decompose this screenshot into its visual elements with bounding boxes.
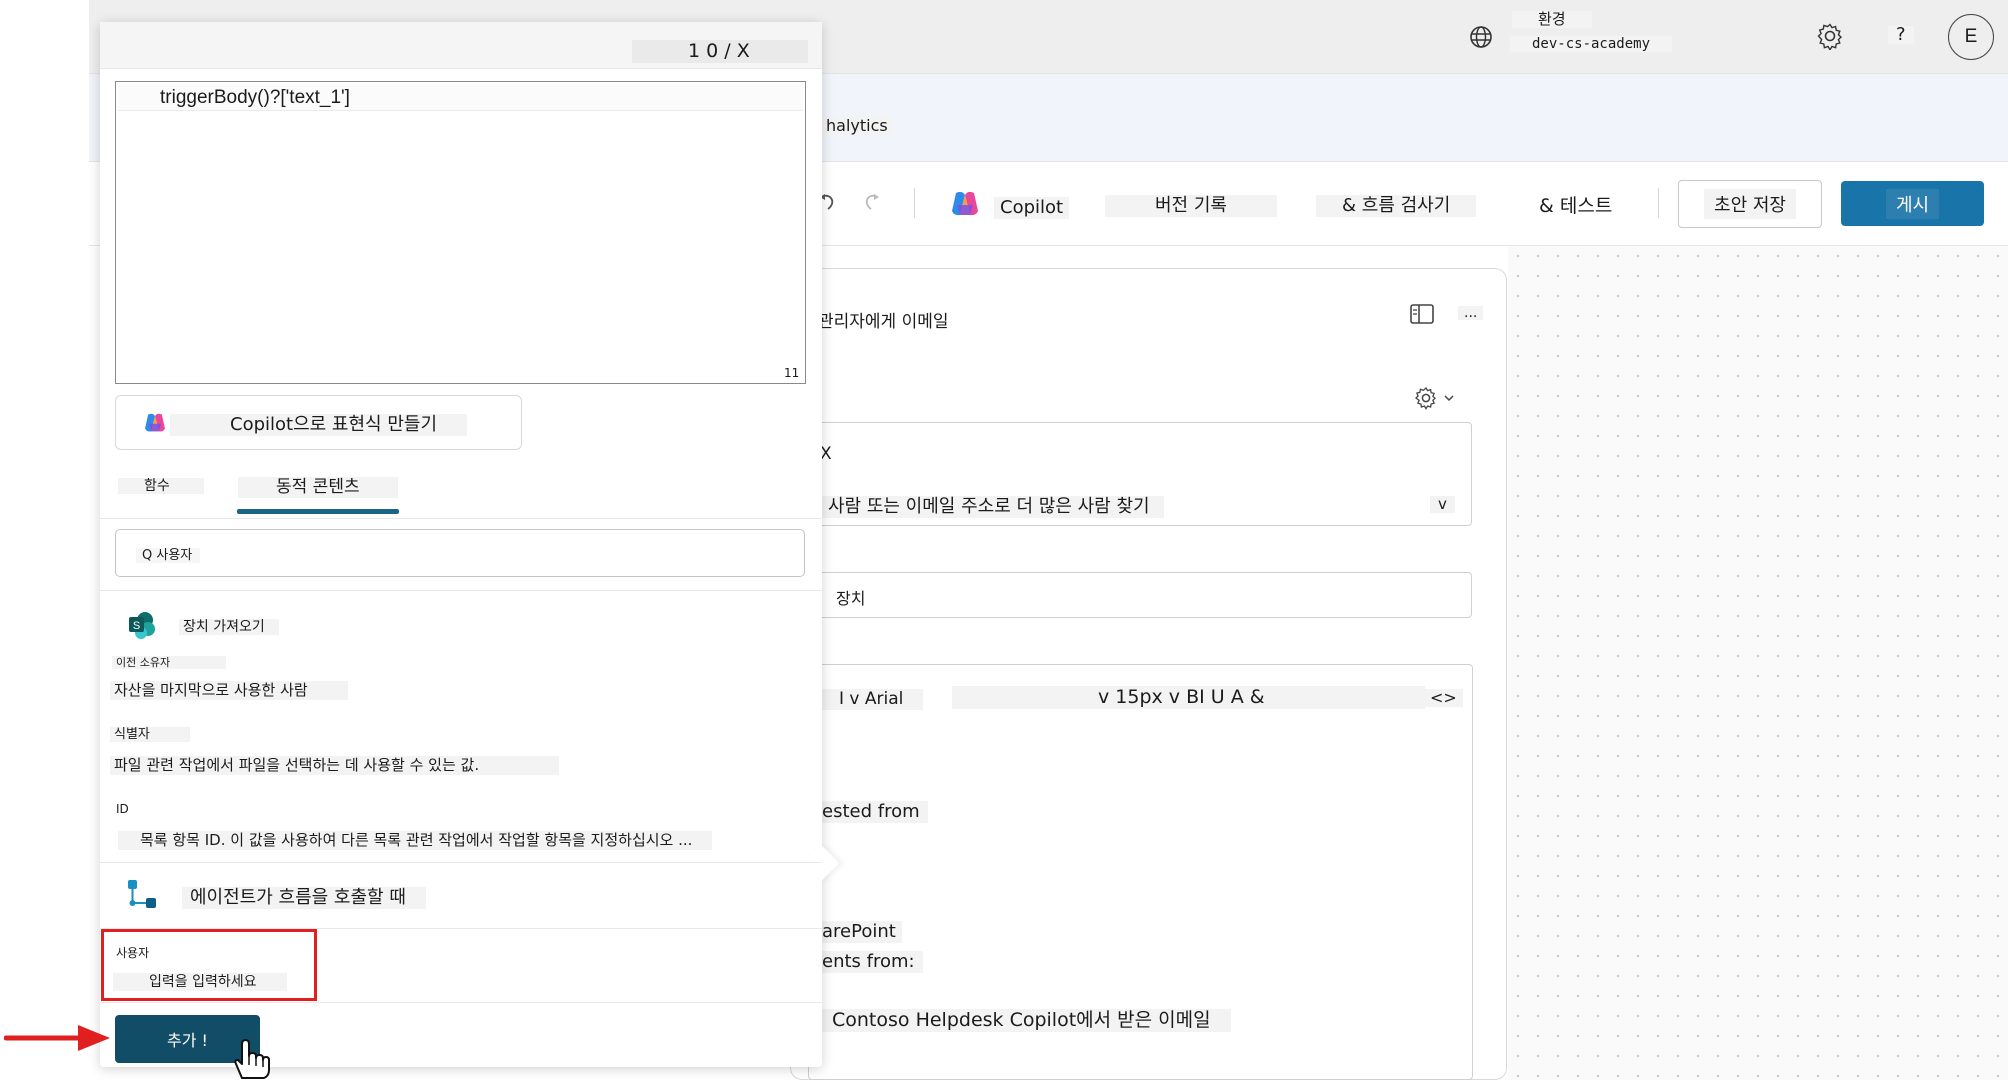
flow-trigger-icon: [122, 876, 160, 914]
environment-name[interactable]: dev-cs-academy: [1510, 36, 1673, 52]
globe-icon[interactable]: [1466, 22, 1496, 52]
body-text-line-4: Contoso Helpdesk Copilot에서 받은 이메일: [818, 1009, 1231, 1032]
tab-functions[interactable]: 함수: [118, 478, 204, 494]
item-identifier-desc[interactable]: 파일 관련 작업에서 파일을 선택하는 데 사용할 수 있는 값.: [110, 756, 560, 775]
tab-analytics-fragment[interactable]: halytics: [822, 116, 892, 136]
save-draft-label: 초안 저장: [1704, 189, 1796, 219]
action-card-title: 관리자에게 이메일: [818, 312, 949, 332]
add-button-label: 추가 !: [167, 1031, 208, 1050]
settings-icon[interactable]: [1412, 384, 1456, 412]
copilot-logo-icon: [141, 409, 169, 437]
hand-cursor-icon: [228, 1038, 272, 1080]
divider: [100, 590, 822, 591]
red-arrow-icon: [3, 1022, 112, 1054]
help-button[interactable]: ?: [1888, 26, 1914, 44]
gear-icon[interactable]: [1814, 20, 1846, 52]
divider: [100, 518, 822, 519]
expression-text[interactable]: triggerBody()?['text_1']: [160, 88, 380, 107]
item-identifier-name[interactable]: 식별자: [110, 727, 190, 742]
item-id-name[interactable]: ID: [116, 803, 129, 815]
avatar[interactable]: E: [1948, 14, 1994, 60]
subject-value: 장치: [836, 589, 866, 608]
toolbar-divider: [914, 188, 915, 218]
body-text-line-1: ested from: [818, 801, 928, 823]
group-agent-invokes-flow-title: 에이전트가 흐름을 호출할 때: [182, 887, 426, 909]
divider: [100, 1002, 822, 1003]
active-tab-indicator: [237, 509, 399, 514]
item-id-desc[interactable]: 목록 항목 ID. 이 값을 사용하여 다른 목록 관련 작업에서 작업할 항목…: [118, 831, 713, 850]
test-button[interactable]: & 테스트: [1535, 195, 1616, 218]
copilot-expression-label: Copilot으로 표현식 만들기: [170, 414, 468, 436]
publish-button[interactable]: 게시: [1841, 181, 1984, 226]
version-history-button[interactable]: 버전 기록: [1105, 195, 1277, 217]
copilot-button[interactable]: Copilot: [994, 197, 1070, 219]
svg-text:S: S: [133, 620, 140, 632]
copilot-logo-icon: [947, 186, 983, 222]
user-field-highlight: [101, 929, 317, 1001]
code-view-button[interactable]: <>: [1424, 689, 1463, 707]
search-value: Q 사용자: [136, 548, 201, 563]
item-previous-owner-desc[interactable]: 자산을 마지막으로 사용한 사람: [110, 681, 348, 700]
divider: [100, 862, 822, 863]
font-family-select[interactable]: I v Arial: [815, 689, 924, 710]
to-placeholder[interactable]: 사람 또는 이메일 주소로 더 많은 사람 찾기: [820, 496, 1164, 518]
environment-label: 환경: [1512, 11, 1592, 28]
publish-label: 게시: [1885, 188, 1940, 219]
tab-dynamic-content[interactable]: 동적 콘텐츠: [238, 477, 398, 498]
toolbar-divider: [1658, 188, 1659, 218]
subject-field[interactable]: [808, 572, 1472, 618]
left-strip: [0, 0, 89, 1080]
item-previous-owner-name[interactable]: 이전 소유자: [112, 656, 227, 669]
group-get-device-title: 장치 가져오기: [179, 619, 279, 635]
char-count: 11: [784, 366, 800, 380]
to-chevron[interactable]: v: [1430, 496, 1455, 513]
save-draft-button[interactable]: 초안 저장: [1678, 180, 1822, 228]
editor-formatting-tools[interactable]: v 15px v BI U A &: [952, 686, 1425, 709]
panel-icon[interactable]: [1408, 302, 1436, 326]
expression-editor[interactable]: [115, 81, 806, 384]
flow-checker-button[interactable]: & 흐름 검사기: [1316, 195, 1477, 217]
body-text-line-3: ents from:: [818, 951, 923, 973]
expression-counter: 1 0 / X: [632, 40, 808, 63]
more-options-button[interactable]: ...: [1458, 306, 1484, 320]
redo-icon[interactable]: [858, 190, 884, 216]
dynamic-content-search-input[interactable]: [115, 529, 805, 577]
sharepoint-icon: S: [125, 608, 159, 642]
body-text-line-2: arePoint: [818, 921, 902, 943]
designer-canvas[interactable]: [1508, 246, 2008, 1080]
